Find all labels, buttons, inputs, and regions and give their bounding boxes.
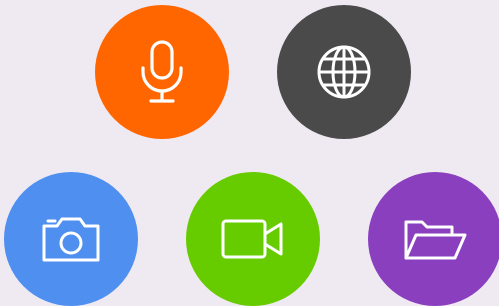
camera-button[interactable]: [4, 172, 138, 306]
folder-open-icon: [402, 216, 468, 262]
video-camera-icon: [220, 218, 286, 260]
microphone-button[interactable]: [95, 5, 229, 139]
camera-icon: [40, 214, 102, 264]
microphone-icon: [134, 39, 190, 105]
globe-button[interactable]: [277, 5, 411, 139]
video-camera-button[interactable]: [186, 172, 320, 306]
globe-icon: [315, 43, 373, 101]
folder-button[interactable]: [368, 172, 499, 306]
